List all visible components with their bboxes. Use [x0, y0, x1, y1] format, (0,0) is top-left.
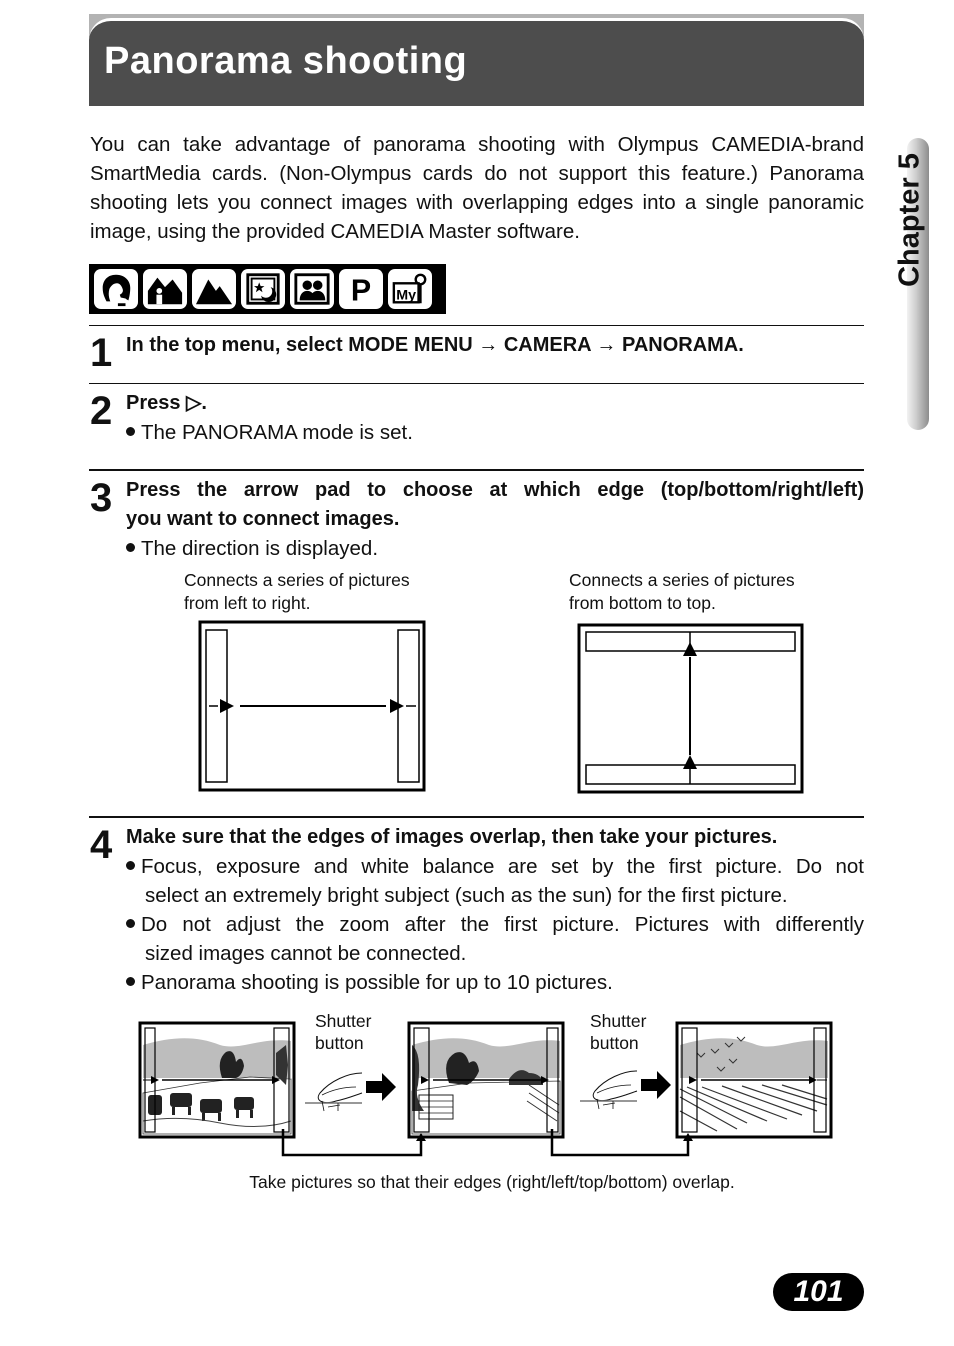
finger-press-icon — [305, 1072, 363, 1112]
step-4-bullet-1-cont: select an extremely bright subject (such… — [145, 884, 788, 907]
panorama-sequence-illustration: Shutter button Shutter button — [138, 1011, 833, 1157]
step-4-bullet-3: Panorama shooting is possible for up to … — [126, 968, 613, 997]
night-scene-mode-icon — [241, 269, 285, 309]
step-2-instruction: Press ▷. — [126, 392, 207, 414]
page-title: Panorama shooting — [104, 40, 468, 82]
portrait-mode-icon — [94, 269, 138, 309]
divider — [89, 816, 864, 818]
divider — [89, 325, 864, 326]
photo-frame-3 — [675, 1021, 833, 1139]
divider — [89, 383, 864, 384]
bullet-icon — [126, 543, 135, 553]
shutter-press-1: Shutter button — [305, 1011, 396, 1112]
step-number: 3 — [90, 476, 113, 520]
step-4-bullet-1: Focus, exposure and white balance are se… — [126, 852, 864, 881]
finger-press-icon — [580, 1070, 638, 1110]
left-to-right-diagram — [198, 620, 426, 792]
sequence-caption: Take pictures so that their edges (right… — [249, 1172, 735, 1192]
svg-text:Shutter: Shutter — [315, 1011, 372, 1031]
step-2-bullet: The PANORAMA mode is set. — [126, 418, 413, 447]
step-number: 1 — [90, 331, 113, 375]
step-4-instruction: Make sure that the edges of images overl… — [126, 826, 778, 848]
bottom-to-top-diagram — [577, 623, 804, 794]
bullet-icon — [126, 427, 135, 437]
svg-text:P: P — [351, 273, 371, 307]
step-3-bullet: The direction is displayed. — [126, 534, 378, 563]
svg-text:button: button — [590, 1033, 639, 1053]
overlap-connector-1 — [281, 1129, 423, 1157]
intro-paragraph: You can take advantage of panorama shoot… — [90, 133, 864, 243]
bullet-icon — [126, 919, 135, 929]
page-number-badge: 101 — [773, 1273, 864, 1311]
chapter-label: Chapter 5 — [893, 153, 926, 287]
step-3-instruction-line1: Press the arrow pad to choose at which e… — [126, 479, 864, 501]
step-4-bullet-2-cont: sized images cannot be connected. — [145, 942, 467, 965]
svg-text:button: button — [315, 1033, 364, 1053]
svg-text:Shutter: Shutter — [590, 1011, 647, 1031]
step-number: 4 — [90, 823, 113, 867]
diagram-left-to-right-caption: Connects a series of pictures from left … — [184, 570, 410, 613]
photo-frame-2 — [407, 1021, 565, 1139]
bullet-icon — [126, 861, 135, 871]
program-mode-icon: P — [339, 269, 383, 309]
step-3-instruction-line2: you want to connect images. — [126, 508, 400, 530]
divider — [89, 469, 864, 471]
landscape-mode-icon — [192, 269, 236, 309]
bullet-icon — [126, 977, 135, 987]
diagram-bottom-to-top-caption: Connects a series of pictures from botto… — [569, 570, 795, 613]
next-arrow-icon — [641, 1071, 671, 1099]
next-arrow-icon — [366, 1073, 396, 1101]
overlap-connector-2 — [550, 1129, 690, 1157]
step-number: 2 — [90, 389, 113, 433]
self-portrait-mode-icon — [290, 269, 334, 309]
mode-icon-strip: P My — [89, 264, 446, 314]
my-mode-icon: My — [388, 269, 432, 309]
photo-frame-1 — [138, 1021, 296, 1139]
landscape-portrait-mode-icon — [143, 269, 187, 309]
svg-text:My: My — [396, 287, 416, 303]
step-4-bullet-2: Do not adjust the zoom after the first p… — [126, 910, 864, 939]
shutter-press-2: Shutter button — [580, 1011, 671, 1110]
step-1-instruction: In the top menu, select MODE MENU → CAME… — [126, 334, 744, 356]
